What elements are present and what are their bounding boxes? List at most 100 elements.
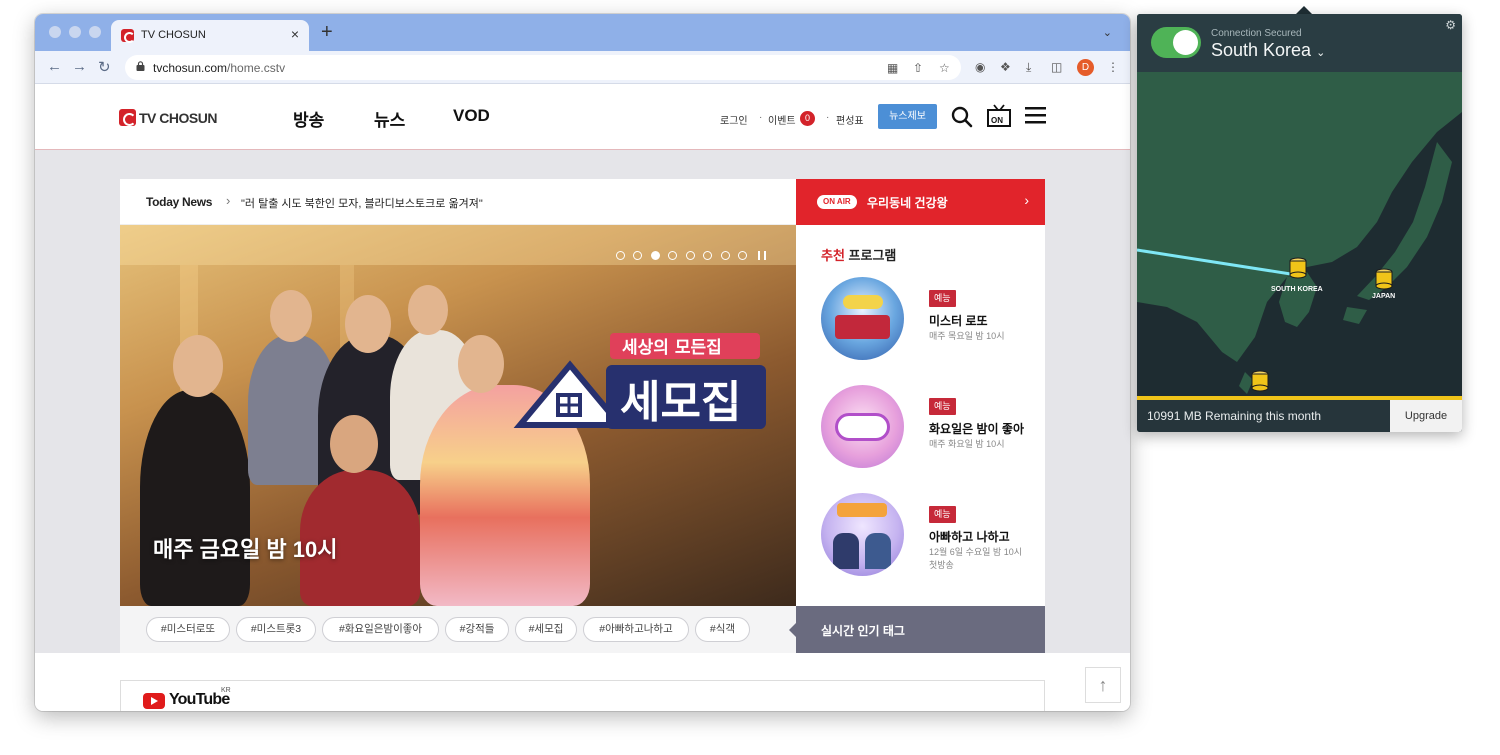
data-remaining: 10991 MB Remaining this month [1147, 409, 1322, 423]
puzzle-extensions-icon[interactable]: ❖ [1000, 60, 1011, 74]
web-page: TV CHOSUN 방송 뉴스 VOD 로그인 · 이벤트 0 · 편성표 뉴스… [35, 84, 1130, 711]
bookmark-star-icon[interactable]: ☆ [939, 61, 950, 75]
nav-broadcast[interactable]: 방송 [293, 106, 324, 131]
recommended-title: 추천 프로그램 [821, 248, 897, 263]
recommended-item[interactable]: 예능 화요일은 밤이 좋아 매주 화요일 밤 10시 [821, 385, 1041, 475]
zoom-window-button[interactable] [89, 26, 101, 38]
vpn-connection-toggle[interactable] [1151, 27, 1201, 58]
today-news-label: Today News [146, 195, 213, 209]
cast-member [140, 390, 250, 606]
cast-face [173, 335, 223, 397]
connection-status: Connection Secured [1211, 28, 1302, 39]
close-window-button[interactable] [49, 26, 61, 38]
extension-icon[interactable]: ◉ [975, 60, 985, 74]
hero-banner[interactable]: 세상의 모든집 세모집 매주 금요일 밤 10시 [120, 225, 796, 606]
share-icon[interactable]: ⇧ [913, 61, 923, 75]
cast-face [330, 415, 378, 473]
separator-dot: · [826, 112, 830, 123]
new-tab-button[interactable]: + [321, 22, 333, 42]
back-button[interactable]: ← [47, 58, 62, 75]
program-schedule: 12월 6일 수요일 밤 10시 첫방송 [929, 547, 1022, 570]
tab-strip: TV CHOSUN × + ⌄ [35, 14, 1130, 51]
onair-badge: ON AIR [817, 195, 857, 209]
popular-tags-label-box: 실시간 인기 태그 [789, 606, 1045, 653]
nav-news[interactable]: 뉴스 [374, 106, 405, 131]
vpn-footer: 10991 MB Remaining this month Upgrade [1137, 400, 1462, 432]
hamburger-menu-icon[interactable] [1025, 107, 1046, 124]
genre-badge: 예능 [929, 290, 956, 307]
browser-window: TV CHOSUN × + ⌄ ← → ↻ tvchosun.com/home.… [35, 14, 1130, 711]
reload-button[interactable]: ↻ [98, 58, 111, 76]
program-thumbnail [821, 493, 904, 576]
event-link[interactable]: 이벤트 [768, 112, 796, 127]
carousel-dot[interactable] [633, 251, 642, 260]
minimize-window-button[interactable] [69, 26, 81, 38]
tag-chip[interactable]: #아빠하고나하고 [583, 617, 689, 642]
program-name: 아빠하고 나하고 [929, 530, 1010, 544]
tab-title: TV CHOSUN [141, 29, 206, 41]
tag-chip[interactable]: #식객 [695, 617, 750, 642]
svg-text:세모집: 세모집 [620, 377, 741, 428]
program-schedule: 매주 목요일 밤 10시 [929, 331, 1005, 341]
site-header: TV CHOSUN 방송 뉴스 VOD 로그인 · 이벤트 0 · 편성표 뉴스… [35, 84, 1130, 150]
svg-text:세상의 모든집: 세상의 모든집 [622, 338, 722, 358]
tab-search-chevron-icon[interactable]: ⌄ [1103, 26, 1112, 39]
recommended-item[interactable]: 예능 미스터 로또 매주 목요일 밤 10시 [821, 277, 1041, 367]
location-selector[interactable]: South Korea ⌄ [1211, 40, 1325, 61]
profile-avatar[interactable]: D [1077, 59, 1094, 76]
program-schedule: 매주 화요일 밤 10시 [929, 439, 1005, 449]
gear-icon[interactable]: ⚙ [1445, 18, 1456, 32]
forward-button[interactable]: → [72, 58, 87, 75]
carousel-dot[interactable] [616, 251, 625, 260]
url-text: tvchosun.com/home.cstv [153, 61, 286, 75]
today-news-bar: Today News › "러 탈출 시도 북한인 모자, 블라디보스토크로 옮… [120, 179, 796, 225]
today-news-headline[interactable]: "러 탈출 시도 북한인 모자, 블라디보스토크로 옮겨져" [241, 195, 483, 211]
upgrade-button[interactable]: Upgrade [1390, 400, 1462, 432]
carousel-dot[interactable] [686, 251, 695, 260]
popular-tags-label: 실시간 인기 태그 [821, 624, 905, 638]
chevron-down-icon: ⌄ [1316, 47, 1326, 59]
carousel-dot-active[interactable] [651, 251, 660, 260]
program-thumbnail [821, 385, 904, 468]
japan-pin-icon[interactable] [1375, 268, 1393, 290]
vpn-header: Connection Secured South Korea ⌄ ⚙ [1137, 14, 1462, 72]
popular-tags-row: #미스터로또 #미스트롯3 #화요일은밤이좋아 #강적들 #세모집 #아빠하고나… [120, 606, 796, 653]
onair-program-title: 우리동네 건강왕 [867, 196, 948, 210]
logo-text: TV CHOSUN [139, 110, 217, 126]
search-icon[interactable] [951, 106, 973, 128]
carousel-dot[interactable] [703, 251, 712, 260]
tag-chip[interactable]: #미스트롯3 [236, 617, 316, 642]
news-report-button[interactable]: 뉴스제보 [878, 104, 937, 129]
side-panel-icon[interactable]: ◫ [1051, 60, 1062, 74]
nav-vod[interactable]: VOD [453, 106, 490, 126]
location-pin-icon[interactable] [1251, 370, 1269, 392]
schedule-link[interactable]: 편성표 [836, 112, 864, 127]
onair-banner[interactable]: ON AIR 우리동네 건강왕 › [796, 179, 1045, 225]
program-name: 미스터 로또 [929, 314, 988, 328]
carousel-dot[interactable] [721, 251, 730, 260]
genre-badge: 예능 [929, 506, 956, 523]
program-name: 화요일은 밤이 좋아 [929, 422, 1024, 436]
map-label-korea: SOUTH KOREA [1271, 286, 1323, 293]
chevron-right-icon: › [226, 193, 231, 208]
korea-pin-icon[interactable] [1289, 257, 1307, 279]
kebab-menu-icon[interactable]: ⋮ [1107, 60, 1119, 74]
youtube-section: YouTube KR [120, 680, 1045, 711]
scroll-to-top-button[interactable]: ↑ [1085, 667, 1121, 703]
onair-tv-icon[interactable]: ON [986, 104, 1012, 128]
carousel-dot[interactable] [668, 251, 677, 260]
recommended-programs: 추천 프로그램 예능 미스터 로또 매주 목요일 밤 10시 예능 화요일은 밤… [796, 225, 1045, 606]
download-icon[interactable]: ⤓ [1026, 60, 1031, 75]
carousel-dot[interactable] [738, 251, 747, 260]
browser-tab[interactable]: TV CHOSUN × [111, 20, 309, 51]
login-link[interactable]: 로그인 [720, 112, 748, 127]
close-tab-icon[interactable]: × [291, 26, 299, 42]
recommended-item[interactable]: 예능 아빠하고 나하고 12월 6일 수요일 밤 10시 첫방송 [821, 493, 1041, 583]
tag-chip[interactable]: #화요일은밤이좋아 [322, 617, 439, 642]
tag-chip[interactable]: #강적들 [445, 617, 509, 642]
tag-chip[interactable]: #미스터로또 [146, 617, 230, 642]
translate-icon[interactable]: ▦ [887, 61, 898, 75]
address-bar[interactable]: tvchosun.com/home.cstv ▦ ⇧ ☆ [125, 55, 961, 80]
tag-chip[interactable]: #세모집 [515, 617, 577, 642]
pause-icon[interactable] [758, 251, 766, 260]
